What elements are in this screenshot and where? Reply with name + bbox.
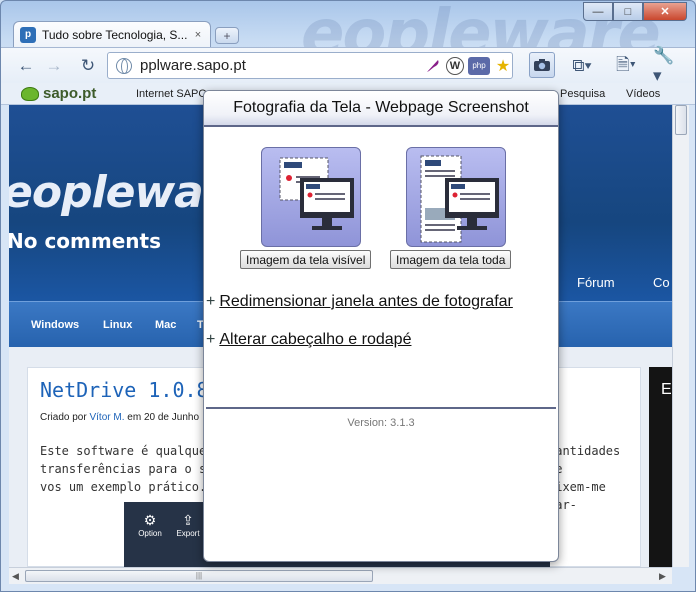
- url-text[interactable]: pplware.sapo.pt: [140, 57, 420, 74]
- minimize-button[interactable]: —: [583, 2, 613, 21]
- favicon-icon: p: [20, 26, 36, 43]
- export-tool: ⇪ Export: [168, 512, 208, 538]
- bookmark-internet-sapo[interactable]: Internet SAPO: [136, 88, 207, 100]
- page-action-icon[interactable]: ⧉▾: [569, 54, 595, 78]
- capture-full-button[interactable]: Imagem da tela toda: [390, 250, 512, 269]
- wordpress-icon[interactable]: W: [446, 56, 464, 75]
- article-meta: Criado por Vítor M. em 20 de Junho: [40, 412, 199, 423]
- maximize-button[interactable]: □: [613, 2, 643, 21]
- popup-title: Fotografia da Tela - Webpage Screenshot: [204, 91, 558, 127]
- popup-divider: [206, 407, 556, 409]
- bookmark-pesquisa[interactable]: Pesquisa: [560, 88, 605, 100]
- article-right-1: uantidades de: [548, 444, 621, 476]
- horizontal-scroll-thumb[interactable]: |||: [25, 570, 373, 582]
- article-author[interactable]: Vítor M.: [89, 412, 124, 423]
- capture-visible-button[interactable]: Imagem da tela visível: [240, 250, 372, 269]
- article-right-2: eixem-me dar-: [548, 480, 606, 512]
- tab-title: Tudo sobre Tecnologia, S...: [42, 27, 188, 42]
- menu-windows[interactable]: Windows: [31, 319, 79, 331]
- header-footer-link[interactable]: Alterar cabeçalho e rodapé: [219, 331, 411, 348]
- horizontal-scrollbar[interactable]: ◀ ||| ▶: [9, 567, 672, 584]
- toolbar: ← → ↻ pplware.sapo.pt W php ★ ⧉▾ 🗎▾ 🔧▾: [1, 46, 695, 85]
- nav-co[interactable]: Co: [653, 275, 670, 290]
- scroll-left-icon[interactable]: ◀: [12, 571, 19, 582]
- address-bar[interactable]: pplware.sapo.pt W php ★: [107, 52, 513, 79]
- frog-icon: [21, 86, 39, 101]
- option-label: Option: [138, 529, 162, 538]
- page-menu-icon[interactable]: 🗎▾: [613, 54, 639, 78]
- export-icon: ⇪: [182, 512, 194, 528]
- reload-icon[interactable]: ↻: [75, 54, 101, 78]
- option-tool: ⚙ Option: [130, 512, 170, 538]
- option-resize[interactable]: + Redimensionar janela antes de fotografa…: [206, 293, 513, 311]
- version-text: Version: 3.1.3: [347, 417, 415, 429]
- screenshot-popup: Fotografia da Tela - Webpage Screenshot: [203, 90, 559, 562]
- vertical-scrollbar[interactable]: [672, 105, 689, 567]
- window-controls: — □ ✕: [583, 2, 687, 21]
- full-screenshot-icon[interactable]: [406, 147, 506, 247]
- gear-icon: ⚙: [143, 512, 157, 528]
- back-arrow-icon[interactable]: ←: [13, 54, 39, 78]
- new-tab-button[interactable]: +: [215, 27, 239, 44]
- tab-close-icon[interactable]: ×: [192, 29, 204, 41]
- browser-tab[interactable]: p Tudo sobre Tecnologia, S... ×: [13, 21, 211, 47]
- visible-screenshot-icon[interactable]: [261, 147, 361, 247]
- php-icon[interactable]: php: [468, 56, 490, 75]
- bookmark-sapo[interactable]: sapo.pt: [21, 85, 96, 102]
- bookmark-videos[interactable]: Vídeos: [626, 88, 660, 100]
- side-letter: E: [661, 381, 672, 398]
- nav-forum[interactable]: Fórum: [577, 275, 615, 290]
- plus-icon: +: [206, 331, 216, 348]
- feather-icon[interactable]: [424, 57, 442, 75]
- scroll-right-icon[interactable]: ▶: [659, 571, 666, 582]
- plus-icon: +: [206, 293, 216, 310]
- star-icon[interactable]: ★: [494, 57, 512, 75]
- close-window-button[interactable]: ✕: [643, 2, 687, 21]
- export-label: Export: [176, 529, 200, 538]
- forward-arrow-icon[interactable]: →: [41, 54, 67, 78]
- globe-icon: [116, 57, 132, 74]
- article-text-right: uantidades de eixem-me dar-: [548, 442, 640, 514]
- meta-date: em 20 de Junho: [127, 412, 199, 423]
- option-header-footer[interactable]: + Alterar cabeçalho e rodapé: [206, 331, 411, 349]
- resize-link[interactable]: Redimensionar janela antes de fotografar: [219, 293, 513, 310]
- vertical-scroll-thumb[interactable]: [675, 105, 687, 135]
- site-subtitle: No comments: [9, 229, 161, 253]
- menu-linux[interactable]: Linux: [103, 319, 132, 331]
- sapo-logo-text: sapo.pt: [43, 85, 97, 102]
- meta-prefix: Criado por: [40, 412, 87, 423]
- browser-window: eopleware — □ ✕ p Tudo sobre Tecnologia,…: [0, 0, 696, 592]
- menu-mac[interactable]: Mac: [155, 319, 176, 331]
- camera-icon[interactable]: [529, 52, 555, 78]
- wrench-icon[interactable]: 🔧▾: [653, 46, 679, 85]
